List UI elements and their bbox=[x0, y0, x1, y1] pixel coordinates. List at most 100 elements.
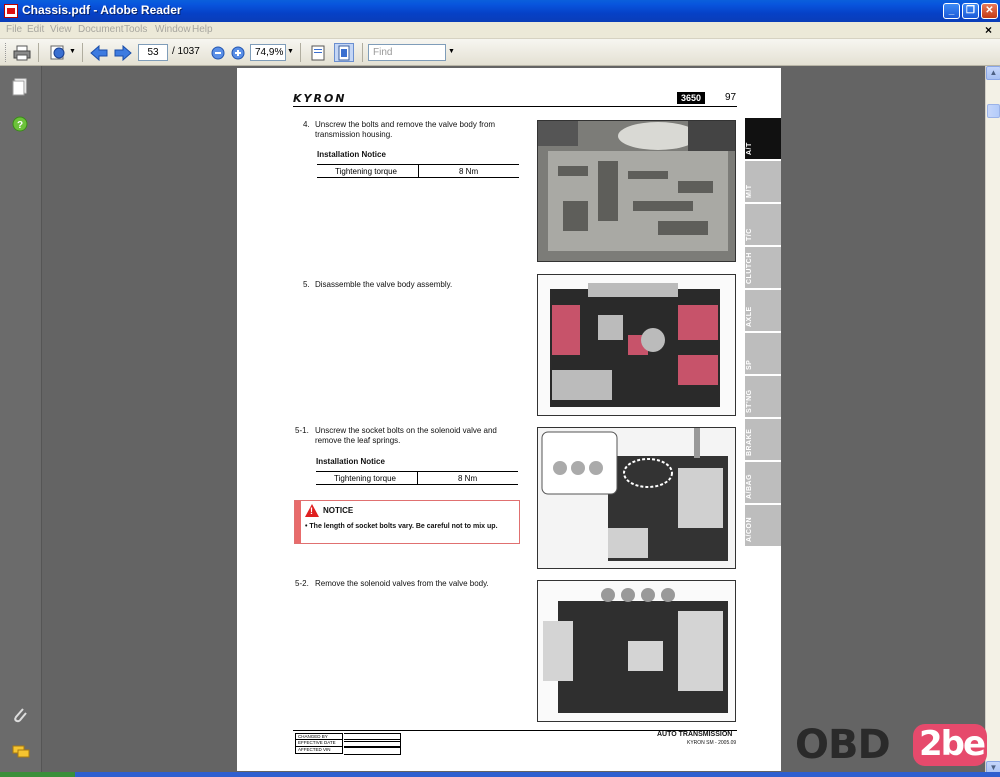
hand-tool-icon[interactable] bbox=[48, 43, 68, 62]
comments-icon[interactable] bbox=[12, 744, 30, 760]
footer-subtitle: KYRON SM - 2005.09 bbox=[687, 740, 737, 746]
solenoid-valve-photo bbox=[537, 427, 736, 569]
taskbar-strip bbox=[0, 772, 1000, 777]
watermark-badge-text: 2be bbox=[919, 724, 986, 764]
close-button[interactable]: ✕ bbox=[981, 3, 998, 19]
zoom-dropdown-icon[interactable]: ▼ bbox=[287, 48, 294, 67]
menu-edit[interactable]: Edit bbox=[27, 24, 44, 35]
tab-abag[interactable]: A/BAG bbox=[745, 462, 781, 504]
step-5-1: 5-1. Unscrew the socket bolts on the sol… bbox=[295, 426, 535, 446]
fit-width-icon[interactable] bbox=[308, 43, 328, 62]
tab-axle[interactable]: AXLE bbox=[745, 290, 781, 332]
solenoid-removed-photo bbox=[537, 580, 736, 722]
zoom-in-icon[interactable] bbox=[228, 43, 248, 62]
next-page-icon[interactable] bbox=[113, 43, 133, 62]
print-icon[interactable] bbox=[12, 43, 32, 62]
pages-icon[interactable] bbox=[12, 78, 28, 96]
adobe-reader-icon bbox=[4, 4, 18, 18]
tab-label: SP bbox=[746, 359, 753, 370]
valve-body-photo bbox=[537, 120, 736, 262]
toolbar-separator bbox=[38, 43, 39, 62]
tab-label: CLUTCH bbox=[746, 252, 753, 284]
navigation-pane: ? bbox=[0, 66, 42, 777]
step-text: remove the leaf springs. bbox=[315, 436, 401, 445]
svg-text:?: ? bbox=[17, 120, 23, 131]
scroll-thumb[interactable] bbox=[987, 104, 1000, 118]
section-code: 3650 bbox=[677, 92, 706, 104]
tab-mt[interactable]: M/T bbox=[745, 161, 781, 203]
chevron-down-icon[interactable]: ▼ bbox=[69, 48, 76, 67]
menu-tools[interactable]: Tools bbox=[124, 24, 147, 35]
revision-table: CHANGED BY EFFECTIVE DATE AFFECTED VIN bbox=[295, 733, 401, 755]
torque-label: Tightening torque bbox=[334, 474, 396, 483]
torque-value: 8 Nm bbox=[458, 474, 478, 483]
tab-at[interactable]: A/T bbox=[745, 118, 781, 160]
tab-label: AXLE bbox=[746, 306, 753, 327]
watermark-text: OBD bbox=[795, 722, 891, 768]
tab-label: M/T bbox=[746, 184, 753, 198]
torque-table: Tightening torque 8 Nm bbox=[317, 164, 519, 178]
torque-label: Tightening torque bbox=[335, 167, 397, 176]
menu-help[interactable]: Help bbox=[192, 24, 213, 35]
restore-button[interactable]: ❐ bbox=[962, 3, 979, 19]
tab-label: A/CON bbox=[746, 516, 753, 542]
step-text: transmission housing. bbox=[315, 130, 393, 139]
menu-document[interactable]: Document bbox=[78, 24, 124, 35]
fit-page-icon[interactable] bbox=[334, 43, 354, 62]
step-text: Remove the solenoid valves from the valv… bbox=[315, 579, 489, 588]
toolbar-grip[interactable] bbox=[5, 43, 8, 62]
step-text: Disassemble the valve body assembly. bbox=[315, 280, 453, 289]
tab-brake[interactable]: BRAKE bbox=[745, 419, 781, 461]
header-rule bbox=[293, 106, 737, 107]
valve-assembly-photo bbox=[537, 274, 736, 416]
page-total-label: / 1037 bbox=[172, 46, 200, 57]
installation-notice-heading: Installation Notice bbox=[316, 457, 385, 466]
notice-text: • The length of socket bolts vary. Be ca… bbox=[305, 523, 498, 530]
zoom-field[interactable]: 74,9% bbox=[250, 44, 286, 61]
torque-value: 8 Nm bbox=[459, 167, 479, 176]
toolbar-separator bbox=[362, 43, 363, 62]
warning-icon bbox=[305, 504, 319, 517]
help-icon[interactable]: ? bbox=[12, 116, 28, 132]
step-5-2: 5-2. Remove the solenoid valves from the… bbox=[295, 579, 535, 589]
scroll-up-button[interactable]: ▲ bbox=[986, 66, 1000, 80]
find-input[interactable]: Find bbox=[368, 44, 446, 61]
step-4: 4. Unscrew the bolts and remove the valv… bbox=[303, 120, 533, 140]
window-title: Chassis.pdf - Adobe Reader bbox=[22, 3, 182, 17]
revision-row: AFFECTED VIN bbox=[295, 746, 401, 755]
installation-notice-heading: Installation Notice bbox=[317, 150, 386, 159]
step-number: 5-1. bbox=[295, 426, 309, 435]
torque-table: Tightening torque 8 Nm bbox=[316, 471, 518, 485]
menu-view[interactable]: View bbox=[50, 24, 72, 35]
menu-file[interactable]: File bbox=[6, 24, 22, 35]
minimize-button[interactable]: _ bbox=[943, 3, 960, 19]
tab-label: A/T bbox=[746, 142, 753, 155]
document-area[interactable]: KYRON 3650 97 4. Unscrew the bolts and r… bbox=[42, 66, 985, 777]
page-number-input[interactable]: 53 bbox=[138, 44, 168, 61]
attachment-icon[interactable] bbox=[12, 706, 28, 723]
tab-acon[interactable]: A/CON bbox=[745, 505, 781, 547]
notice-box: NOTICE • The length of socket bolts vary… bbox=[294, 500, 520, 544]
step-number: 5. bbox=[303, 280, 310, 289]
revision-row: EFFECTIVE DATE bbox=[295, 739, 401, 748]
tab-tc[interactable]: T/C bbox=[745, 204, 781, 246]
close-document-icon[interactable]: × bbox=[985, 23, 992, 37]
step-text: Unscrew the socket bolts on the solenoid… bbox=[315, 426, 497, 435]
toolbar-separator bbox=[82, 43, 83, 62]
zoom-out-icon[interactable] bbox=[208, 43, 228, 62]
toolbar-separator bbox=[300, 43, 301, 62]
tab-clutch[interactable]: CLUTCH bbox=[745, 247, 781, 289]
brand-logo: KYRON bbox=[293, 92, 347, 105]
title-bar: Chassis.pdf - Adobe Reader _ ❐ ✕ bbox=[0, 0, 1000, 22]
vertical-scrollbar[interactable]: ▲ ▼ bbox=[985, 66, 1000, 777]
tab-label: T/C bbox=[746, 228, 753, 241]
tab-stng[interactable]: ST'NG bbox=[745, 376, 781, 418]
watermark-badge: 2be bbox=[913, 724, 987, 766]
menu-bar: File Edit View Document Tools Window Hel… bbox=[0, 22, 1000, 39]
find-dropdown-icon[interactable]: ▼ bbox=[448, 48, 455, 67]
prev-page-icon[interactable] bbox=[89, 43, 109, 62]
tab-sp[interactable]: SP bbox=[745, 333, 781, 375]
menu-window[interactable]: Window bbox=[155, 24, 191, 35]
notice-title: NOTICE bbox=[323, 506, 354, 515]
revision-row: CHANGED BY bbox=[295, 733, 401, 742]
